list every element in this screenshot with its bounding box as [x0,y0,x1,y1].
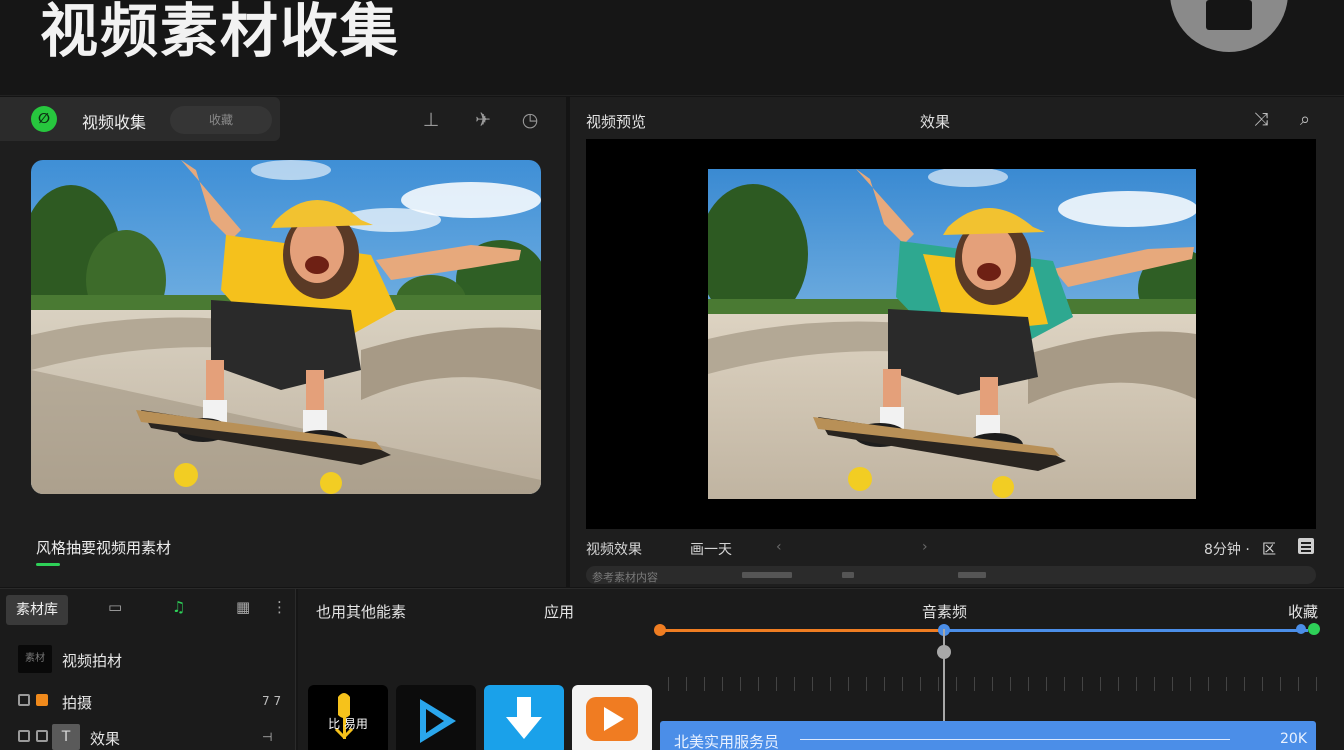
item-thumbnail: 素材 [18,645,52,673]
timeline-clip[interactable]: 北美实用服务员 20K [660,721,1316,750]
music-icon[interactable]: ♫ [172,598,185,616]
preview-title: 视频预览 [586,113,647,131]
stop-icon [1206,0,1252,30]
collection-caption: 风格抽要视频用素材 [36,539,172,557]
list-item[interactable]: 素材 视频拍材 [18,645,278,675]
clip-label: 北美实用服务员 [674,733,780,750]
item-name: 视频拍材 [62,652,123,670]
stop-record-button[interactable] [1170,0,1288,52]
shuffle-icon[interactable]: ⤨ [1248,107,1274,133]
scrubber-segment [842,572,854,578]
clip-arrow [800,739,1230,740]
collection-panel: ∅ 视频收集 收藏 ⊥ ✈ ◷ 风格抽要视频用素材 [0,97,566,587]
timeline-orange-track [660,629,944,632]
timeline-panel: 音素频 收藏 北美实用服务员 20K [654,589,1344,750]
app-tile-2[interactable] [396,685,476,750]
badge-icon [36,694,48,706]
app-tile-label: 比 易用 [328,717,368,731]
apps-action-label: 应用 [544,603,575,621]
checkbox[interactable] [18,694,30,706]
item-value: 7 7 [262,694,282,708]
next-arrow-icon[interactable]: › [922,539,928,555]
caption-underline [36,563,60,566]
item-name: 效果 [90,730,121,748]
text-tool-icon: T [52,724,80,750]
prev-arrow-icon[interactable]: ‹ [776,539,782,555]
grid-icon[interactable]: ▦ [236,598,250,616]
preview-panel: 视频预览 效果 ⤨ ⌕ 视频效果 画一天 ‹ › 8分钟 · 区 参考素材内容 [570,97,1344,587]
pen-icon[interactable]: ⊥ [418,107,444,133]
checkbox[interactable] [36,730,48,742]
list-item[interactable]: 拍摄 7 7 [18,687,288,717]
preview-effect-label: 效果 [920,113,951,131]
app-logo-icon: ∅ [31,106,57,132]
tab-library[interactable]: 素材库 [6,595,68,625]
app-tile-4[interactable] [572,685,652,750]
timeline-ruler[interactable] [668,677,1322,691]
scrubber-segment [958,572,986,578]
apps-label: 也用其他能素 [316,603,407,621]
app-tile-3[interactable] [484,685,564,750]
skater-preview-image [708,169,1196,499]
timeline-right-label: 收藏 [1288,603,1319,621]
list-item[interactable]: T 效果 ⊣ [18,723,288,750]
monitor-icon[interactable]: ▭ [108,598,122,616]
play-logo-icon [420,699,456,743]
menu-icon[interactable] [1298,538,1314,554]
timeline-center-label: 音素频 [922,603,968,621]
timeline-end-handle[interactable] [1296,624,1306,634]
playback-time: 画一天 [690,542,732,558]
video-player-icon [586,697,638,741]
apps-panel: 也用其他能素 应用 比 易用 [298,589,656,750]
bottom-workspace: 素材库 ▭ ♫ ▦ ⋮ 素材 视频拍材 拍摄 7 7 T 效果 ⊣ 也用其他能素… [0,588,1344,750]
clip-size: 20K [1280,731,1307,747]
search-icon[interactable]: ⌕ [1292,107,1318,133]
download-icon [506,697,542,739]
collection-pill[interactable]: 收藏 [170,106,272,134]
app-tile-1[interactable]: 比 易用 [308,685,388,750]
pin-icon[interactable]: ✈ [470,107,496,133]
top-bar: 视频素材收集 [0,0,1344,96]
playback-label: 视频效果 [586,542,642,558]
more-icon[interactable]: ⋮ [272,598,287,616]
checkbox[interactable] [18,730,30,742]
media-library: 素材库 ▭ ♫ ▦ ⋮ 素材 视频拍材 拍摄 7 7 T 效果 ⊣ [0,589,296,750]
timeline-end-marker[interactable] [1308,623,1320,635]
source-video-thumbnail[interactable] [31,160,541,494]
video-preview-area[interactable] [586,139,1316,529]
collection-title: 视频收集 [82,113,147,132]
duration-label: 8分钟 · [1204,542,1250,558]
timeline-start-handle[interactable] [654,624,666,636]
clock-icon[interactable]: ◷ [517,107,543,133]
playhead-handle[interactable] [937,645,951,659]
scrubber-bar[interactable]: 参考素材内容 [586,566,1316,584]
item-value: ⊣ [262,730,273,744]
preview-frame [708,169,1196,499]
region-label: 区 [1262,542,1276,558]
item-name: 拍摄 [62,694,93,712]
skater-image [31,160,541,494]
scrubber-segment [742,572,792,578]
scrubber-label: 参考素材内容 [592,571,658,584]
timeline-blue-track [944,629,1308,632]
page-title: 视频素材收集 [40,0,401,65]
collection-header: ∅ 视频收集 收藏 [0,97,280,141]
